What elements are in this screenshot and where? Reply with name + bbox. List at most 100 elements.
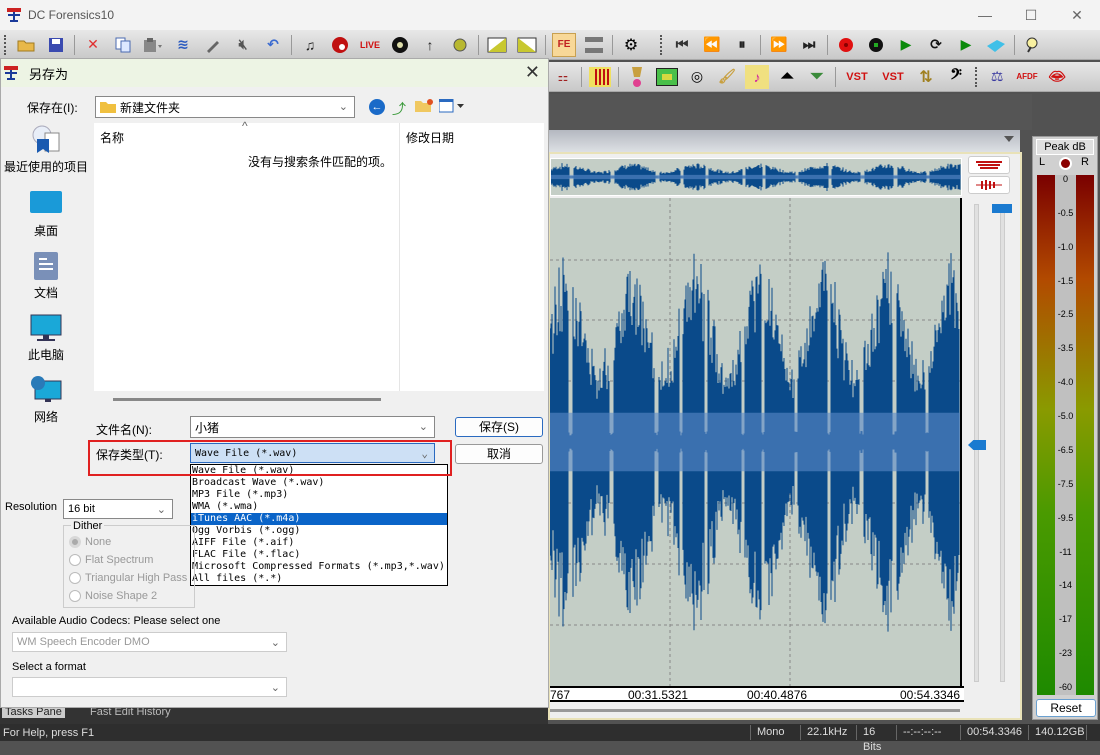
record-disc-icon[interactable] [328,33,352,57]
pyramid-icon[interactable]: ⏶ [775,65,799,89]
fade-in-icon[interactable] [485,33,509,57]
note-icon[interactable]: ♪ [745,64,769,89]
close-button[interactable]: ✕ [1054,0,1100,30]
waveform-view-button[interactable] [968,176,1010,194]
filetype-option[interactable]: Ogg Vorbis (*.ogg) [191,525,447,537]
filetype-option[interactable]: AIFF File (*.aif) [191,537,447,549]
minimize-button[interactable]: — [962,0,1008,30]
view-menu-icon[interactable] [438,98,465,116]
music-notes-icon[interactable]: ♫ [298,33,322,57]
funnel-icon[interactable]: ⏷ [805,65,829,89]
level-up-icon[interactable]: ↑ [418,33,442,57]
blender-icon[interactable] [625,65,649,89]
loop-icon[interactable]: ⟳ [924,33,948,57]
zoom-slider-thumb[interactable] [968,440,986,450]
filetype-option[interactable]: All files (*.*) [191,573,447,585]
waveform-overview[interactable] [550,158,962,196]
dial-icon[interactable]: ◎ [685,65,709,89]
bars-icon[interactable] [588,65,612,89]
toolbar-grip[interactable] [975,66,978,87]
new-folder-icon[interactable] [415,99,433,116]
gear-icon[interactable]: ⚙ [619,33,643,57]
dialog-close-icon[interactable]: ✕ [525,62,540,83]
brush-icon[interactable]: 🖌︎ [715,65,739,89]
up-folder-icon[interactable]: ⤴ [392,99,406,119]
pause-icon[interactable]: ⏸ [730,33,754,57]
vinyl-icon[interactable] [388,33,412,57]
bass-clef-icon[interactable]: 𝄢 [944,65,968,89]
file-list-hscroll[interactable] [113,398,381,401]
dither-triangular-radio[interactable]: Triangular High Pass [69,572,187,584]
spectrum-icon[interactable] [984,33,1008,57]
place-network[interactable]: 网络 [1,375,91,425]
filetype-option[interactable]: iTunes AAC (*.m4a) [191,513,447,525]
vst-icon[interactable]: VST [842,65,872,89]
column-header-modified[interactable]: 修改日期 [406,129,454,146]
back-icon[interactable]: ← [369,99,385,115]
dither-noise-radio[interactable]: Noise Shape 2 [69,590,157,602]
save-icon[interactable] [44,33,68,57]
cancel-button[interactable]: 取消 [455,444,543,464]
chevron-down-icon[interactable] [1004,136,1014,142]
waveform-main[interactable] [549,198,962,688]
skip-end-icon[interactable]: ⏭ [797,33,821,57]
play-new-icon[interactable]: ▶ [954,33,978,57]
vst-add-icon[interactable]: VST [878,65,908,89]
mute-icon[interactable]: 🔇︎ [231,33,255,57]
undo-icon[interactable]: ↶ [261,33,285,57]
waveform-edit-icon[interactable]: ≋ [171,33,195,57]
save-in-combo[interactable]: 新建文件夹 ⌄ [95,96,355,118]
copy-icon[interactable] [111,33,135,57]
knob-icon[interactable] [448,33,472,57]
split-icon[interactable] [582,33,606,57]
paste-icon[interactable] [141,33,165,57]
fe-icon[interactable]: FE [552,32,576,57]
format-select[interactable]: ⌄ [12,677,287,697]
resolution-select[interactable]: 16 bit ⌄ [63,499,173,519]
filter-icon[interactable]: ⚏ [551,65,575,89]
column-divider[interactable] [399,123,400,391]
swap-icon[interactable]: ⇅ [914,65,938,89]
rewind-icon[interactable]: ⏪ [700,33,724,57]
open-folder-icon[interactable] [14,33,38,57]
delete-icon[interactable]: ✕ [81,33,105,57]
stop-icon[interactable] [864,33,888,57]
filetype-option[interactable]: FLAC File (*.flac) [191,549,447,561]
record-icon[interactable] [834,33,858,57]
toolbar-grip[interactable] [660,34,663,55]
horizontal-scrollbar[interactable] [550,709,960,712]
codec-select[interactable]: WM Speech Encoder DMO ⌄ [12,632,287,652]
vertical-scroll-track[interactable] [1000,204,1005,682]
scales-icon[interactable]: ⚖ [985,65,1009,89]
dither-none-radio[interactable]: None [69,536,111,548]
filetype-dropdown-list[interactable]: Wave File (*.wav) Broadcast Wave (*.wav) M… [190,464,448,586]
filename-input[interactable]: 小猪 ⌄ [190,416,435,438]
pencil-icon[interactable] [201,33,225,57]
filetype-option[interactable]: WMA (*.wma) [191,501,447,513]
filetype-option[interactable]: MP3 File (*.mp3) [191,489,447,501]
skip-start-icon[interactable]: ⏮ [670,33,694,57]
lips-icon[interactable]: 👄︎ [1045,65,1069,89]
place-desktop[interactable]: 桌面 [1,189,91,239]
live-icon[interactable]: LIVE [358,33,382,57]
zoom-icon[interactable] [1021,33,1045,57]
filetype-option[interactable]: Microsoft Compressed Formats (*.mp3,*.wa… [191,561,447,573]
place-computer[interactable]: 此电脑 [1,313,91,363]
eq-icon[interactable] [655,65,679,89]
fast-forward-icon[interactable]: ⏩ [767,33,791,57]
maximize-button[interactable]: ☐ [1008,0,1054,30]
dither-flat-radio[interactable]: Flat Spectrum [69,554,153,566]
place-recent[interactable]: 最近使用的项目 [1,125,91,175]
file-list[interactable]: 名称 ^ 修改日期 没有与搜索条件匹配的项。 [94,119,544,391]
place-documents[interactable]: 文档 [1,251,91,301]
fade-out-icon[interactable] [515,33,539,57]
reset-button[interactable]: Reset [1036,699,1096,717]
clip-indicator[interactable] [1059,157,1072,170]
save-button[interactable]: 保存(S) [455,417,543,437]
afdf-icon[interactable]: AFDF [1015,65,1039,89]
toolbar-grip[interactable] [4,34,7,55]
vertical-scroll-thumb[interactable] [992,204,1012,213]
stereo-view-button[interactable] [968,156,1010,174]
filetype-option[interactable]: Broadcast Wave (*.wav) [191,477,447,489]
column-header-name[interactable]: 名称 [100,129,124,146]
